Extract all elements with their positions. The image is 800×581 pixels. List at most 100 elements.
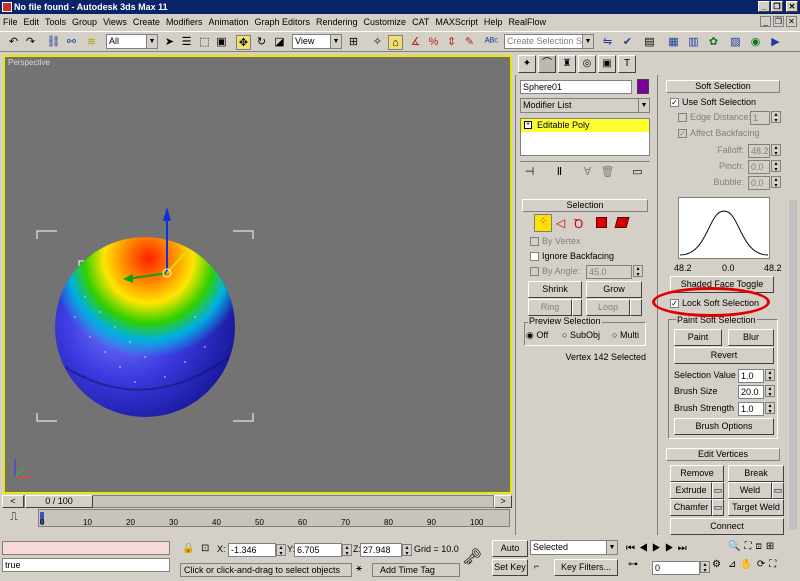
menu-rendering[interactable]: Rendering — [313, 17, 361, 27]
falloff-spinner[interactable]: ▴ ▾ — [771, 144, 781, 157]
material-editor-icon[interactable]: ✿ — [706, 35, 721, 50]
use-soft-selection-checkbox[interactable]: ✓ Use Soft Selection — [670, 97, 756, 108]
edge-distance-field[interactable]: 1 — [750, 111, 770, 125]
loop-spinner[interactable] — [630, 299, 642, 316]
key-selection-dropdown[interactable]: Selected ▼ — [530, 540, 618, 555]
vertex-mode-icon[interactable]: ⁘ — [534, 214, 552, 232]
doc-restore-button[interactable]: ❐ — [773, 16, 784, 27]
y-spinner[interactable]: ▴ ▾ — [342, 544, 352, 557]
shrink-button[interactable]: Shrink — [528, 281, 582, 298]
edge-distance-checkbox[interactable]: Edge Distance: — [678, 112, 751, 123]
schematic-view-icon[interactable]: ▥ — [686, 35, 701, 50]
brush-strength-spinner[interactable]: ▴ ▾ — [765, 402, 775, 415]
zoom-extents-icon[interactable]: ⊡ — [755, 541, 765, 552]
grow-button[interactable]: Grow — [586, 281, 642, 298]
extrude-settings-icon[interactable]: ▭ — [712, 482, 724, 499]
frame-spinner[interactable]: ▴ ▾ — [700, 561, 710, 574]
expand-plus-icon[interactable]: + — [524, 121, 532, 129]
menu-views[interactable]: Views — [100, 17, 130, 27]
doc-close-button[interactable]: ✕ — [786, 16, 797, 27]
select-and-scale-icon[interactable]: ◪ — [272, 35, 287, 50]
weld-settings-icon[interactable]: ▭ — [772, 482, 784, 499]
z-coordinate-field[interactable]: 27.948 — [360, 543, 402, 557]
maxscript-listener-top[interactable] — [2, 541, 170, 555]
preview-subobj-radio[interactable]: ○ SubObj — [562, 330, 600, 340]
pin-stack-icon[interactable]: ⊣ — [522, 165, 537, 180]
loop-button[interactable]: Loop — [586, 299, 630, 316]
add-time-tag-field[interactable]: Add Time Tag — [372, 563, 460, 577]
motion-tab-icon[interactable]: ◎ — [578, 55, 596, 73]
remove-modifier-icon[interactable]: 🗑 — [600, 165, 615, 180]
named-selection-set-dropdown[interactable]: Create Selection Set ▼ — [504, 34, 594, 49]
bind-spacewarp-icon[interactable]: ≋ — [84, 35, 99, 50]
menu-file[interactable]: File — [0, 17, 21, 27]
utilities-tab-icon[interactable]: T — [618, 55, 636, 73]
goto-end-icon[interactable]: ⏭ — [678, 543, 691, 554]
remove-button[interactable]: Remove — [670, 465, 724, 482]
revert-button[interactable]: Revert — [674, 347, 774, 364]
preview-off-radio[interactable]: ◉ Off — [526, 330, 548, 341]
prev-frame-icon[interactable]: ◀ — [639, 543, 652, 554]
selection-value-field[interactable]: 1.0 — [738, 369, 764, 383]
bubble-spinner[interactable]: ▴ ▾ — [771, 176, 781, 189]
menu-realflow[interactable]: RealFlow — [505, 17, 549, 27]
blur-button[interactable]: Blur — [728, 329, 774, 346]
pan-icon[interactable]: ✋ — [740, 559, 756, 570]
y-coordinate-field[interactable]: 6.705 — [294, 543, 342, 557]
preview-multi-radio[interactable]: ○ Multi — [612, 330, 639, 340]
x-spinner[interactable]: ▴ ▾ — [276, 544, 286, 557]
menu-maxscript[interactable]: MAXScript — [432, 17, 481, 27]
angle-spinner[interactable]: ▴ ▾ — [633, 265, 643, 278]
snap-toggle-icon[interactable]: ⌂ — [388, 35, 403, 50]
menu-customize[interactable]: Customize — [361, 17, 410, 27]
border-mode-icon[interactable]: Ꝺ — [574, 215, 583, 232]
doc-minimize-button[interactable]: _ — [760, 16, 771, 27]
stack-item-editable-poly[interactable]: + Editable Poly — [521, 119, 649, 132]
spinner-snap-icon[interactable]: ⇕ — [444, 35, 459, 50]
reference-coordinate-dropdown[interactable]: View ▼ — [292, 34, 342, 49]
window-crossing-icon[interactable]: ▣ — [214, 35, 229, 50]
key-mode-toggle-icon[interactable]: ⊶ — [628, 559, 638, 570]
by-angle-checkbox[interactable]: By Angle: — [530, 266, 580, 277]
configure-modifier-sets-icon[interactable]: ▭ — [630, 165, 645, 180]
chamfer-settings-icon[interactable]: ▭ — [712, 499, 724, 516]
zoom-all-icon[interactable]: ⛶ — [744, 541, 755, 552]
select-object-icon[interactable]: ➤ — [162, 35, 177, 50]
render-frame-icon[interactable]: ◉ — [748, 35, 763, 50]
menu-create[interactable]: Create — [130, 17, 163, 27]
time-configuration-icon[interactable]: ⚙ — [712, 559, 721, 570]
zoom-icon[interactable]: 🔍 — [728, 541, 744, 552]
set-key-button[interactable]: Set Key — [492, 559, 528, 576]
slider-next-button[interactable]: > — [494, 495, 512, 508]
maxscript-listener-field[interactable]: true — [2, 558, 170, 572]
edge-distance-spinner[interactable]: ▴ ▾ — [771, 111, 781, 124]
make-unique-icon[interactable]: ∀ — [580, 165, 595, 180]
viewport-perspective[interactable]: Perspective — [3, 55, 512, 494]
edit-named-selection-icon[interactable]: ✎ — [462, 35, 477, 50]
polygon-mode-icon[interactable] — [596, 217, 607, 228]
auto-key-button[interactable]: Auto Key — [492, 540, 528, 568]
command-panel-scrollbar[interactable] — [789, 200, 797, 530]
redo-icon[interactable]: ↷ — [23, 35, 38, 50]
brush-strength-field[interactable]: 1.0 — [738, 402, 764, 416]
element-mode-icon[interactable] — [614, 217, 630, 228]
menu-animation[interactable]: Animation — [205, 17, 251, 27]
select-and-link-icon[interactable]: ⛓ — [46, 35, 61, 50]
menu-help[interactable]: Help — [481, 17, 506, 27]
menu-cat[interactable]: CAT — [409, 17, 432, 27]
set-key-mode-icon[interactable]: 🗝 — [462, 547, 482, 567]
edge-mode-icon[interactable]: ◁ — [556, 216, 565, 230]
brush-size-field[interactable]: 20.0 — [738, 385, 764, 399]
render-setup-icon[interactable]: ▨ — [728, 35, 743, 50]
select-manipulate-icon[interactable]: ✧ — [370, 35, 385, 50]
quick-render-icon[interactable]: ▶ — [768, 35, 783, 50]
orbit-icon[interactable]: ⟳ — [757, 559, 769, 570]
modify-tab-icon[interactable]: ⌒ — [538, 55, 556, 73]
ignore-backfacing-checkbox[interactable]: Ignore Backfacing — [530, 251, 614, 262]
ring-spinner[interactable] — [572, 299, 582, 316]
z-spinner[interactable]: ▴ ▾ — [402, 544, 412, 557]
play-icon[interactable]: ▶ — [652, 543, 665, 554]
connect-button[interactable]: Connect — [670, 518, 784, 535]
layer-manager-icon[interactable]: ▤ — [642, 35, 657, 50]
minimize-button[interactable]: _ — [758, 1, 770, 12]
